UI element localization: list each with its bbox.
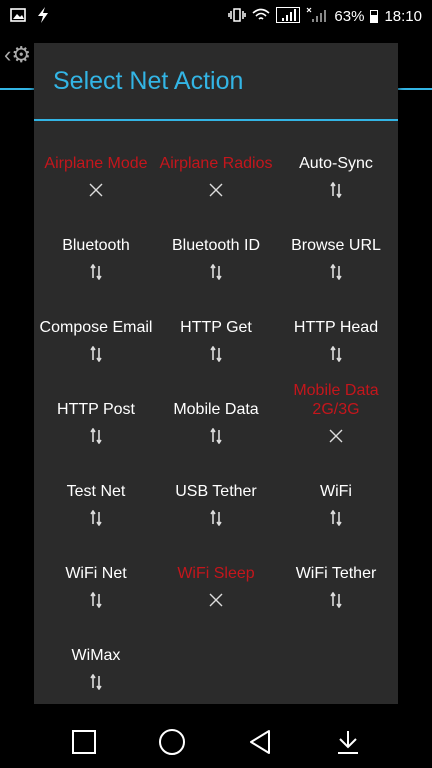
action-airplane-mode[interactable]: Airplane Mode <box>36 135 156 217</box>
battery-icon <box>370 9 379 23</box>
arrows-icon <box>210 509 222 527</box>
clock: 18:10 <box>384 7 422 25</box>
action-label: Bluetooth <box>62 237 130 254</box>
action-airplane-radios[interactable]: Airplane Radios <box>156 135 276 217</box>
action-label: Auto-Sync <box>299 155 373 172</box>
arrows-icon <box>90 263 102 281</box>
action-bluetooth[interactable]: Bluetooth <box>36 217 156 299</box>
arrows-icon <box>90 509 102 527</box>
action-label: HTTP Head <box>293 319 379 336</box>
arrows-icon <box>210 427 222 445</box>
action-label: WiFi Net <box>65 565 127 582</box>
status-left <box>10 7 50 25</box>
arrows-icon <box>210 263 222 281</box>
dialog-title: Select Net Action <box>53 66 244 95</box>
action-label: Browse URL <box>291 237 381 254</box>
signal-r-icon <box>276 7 301 25</box>
arrows-icon <box>330 263 342 281</box>
action-label: WiMax <box>71 647 121 664</box>
x-icon <box>209 591 223 609</box>
arrows-icon <box>330 591 342 609</box>
action-label: HTTP Post <box>57 401 135 418</box>
action-label: Mobile Data 2G/3G <box>293 382 379 418</box>
vibrate-icon <box>228 8 247 24</box>
recents-icon[interactable] <box>69 727 99 757</box>
status-bar: 63% 18:10 <box>0 0 432 32</box>
arrows-icon <box>330 509 342 527</box>
action-auto-sync[interactable]: Auto-Sync <box>276 135 396 217</box>
x-icon <box>89 181 103 199</box>
action-label: Airplane Mode <box>44 155 148 172</box>
action-grid: Airplane Mode Airplane Radios Auto-Sync Blu… <box>34 135 398 709</box>
action-label: WiFi <box>320 483 352 500</box>
dialog-divider <box>34 119 398 121</box>
action-label: WiFi Tether <box>295 565 377 582</box>
action-label: Mobile Data <box>173 401 259 418</box>
action-label: Bluetooth ID <box>171 237 261 254</box>
arrows-icon <box>90 345 102 363</box>
action-wifi-net[interactable]: WiFi Net <box>36 545 156 627</box>
image-icon <box>10 8 26 24</box>
action-mobile-data-2g-3g[interactable]: Mobile Data 2G/3G <box>276 381 396 463</box>
action-label: HTTP Get <box>180 319 252 336</box>
action-test-net[interactable]: Test Net <box>36 463 156 545</box>
battery-percent: 63% <box>334 7 365 25</box>
home-icon[interactable] <box>157 727 187 757</box>
action-http-post[interactable]: HTTP Post <box>36 381 156 463</box>
navigation-bar <box>0 716 432 768</box>
arrows-icon <box>210 345 222 363</box>
signal-x-icon <box>306 7 328 25</box>
arrows-icon <box>90 673 102 691</box>
arrows-icon <box>90 591 102 609</box>
back-gear-icon: ‹⚙ <box>4 42 32 67</box>
action-label: Test Net <box>66 483 126 500</box>
action-wimax[interactable]: WiMax <box>36 627 156 709</box>
action-compose-email[interactable]: Compose Email <box>36 299 156 381</box>
action-wifi-sleep[interactable]: WiFi Sleep <box>156 545 276 627</box>
back-icon[interactable] <box>245 727 275 757</box>
action-label: USB Tether <box>175 483 257 500</box>
action-wifi[interactable]: WiFi <box>276 463 396 545</box>
action-browse-url[interactable]: Browse URL <box>276 217 396 299</box>
action-label: WiFi Sleep <box>177 565 255 582</box>
arrows-icon <box>330 181 342 199</box>
download-icon[interactable] <box>333 727 363 757</box>
action-http-get[interactable]: HTTP Get <box>156 299 276 381</box>
action-usb-tether[interactable]: USB Tether <box>156 463 276 545</box>
x-icon <box>329 427 343 445</box>
action-label: Compose Email <box>39 319 153 336</box>
action-http-head[interactable]: HTTP Head <box>276 299 396 381</box>
arrows-icon <box>330 345 342 363</box>
flash-icon <box>36 7 50 25</box>
action-wifi-tether[interactable]: WiFi Tether <box>276 545 396 627</box>
select-net-action-dialog: Select Net Action Airplane Mode Airplane … <box>34 43 398 704</box>
action-label: Airplane Radios <box>159 155 273 172</box>
action-mobile-data[interactable]: Mobile Data <box>156 381 276 463</box>
x-icon <box>209 181 223 199</box>
action-bluetooth-id[interactable]: Bluetooth ID <box>156 217 276 299</box>
status-right: 63% 18:10 <box>228 7 422 25</box>
arrows-icon <box>90 427 102 445</box>
wifi-icon <box>252 8 270 24</box>
